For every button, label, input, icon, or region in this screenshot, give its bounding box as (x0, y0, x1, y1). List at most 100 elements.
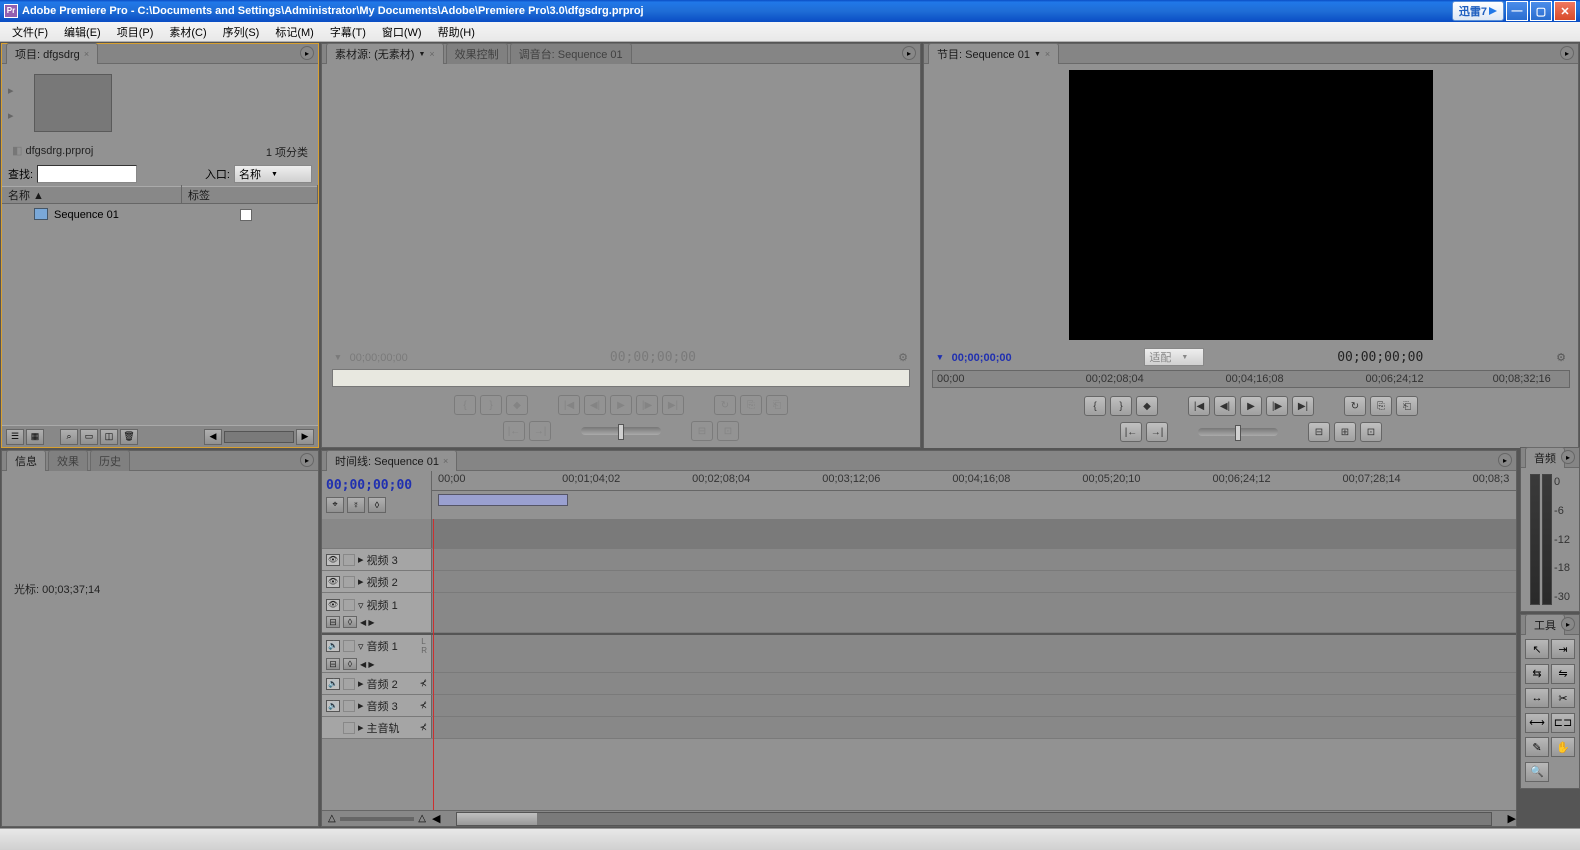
goto-out-button[interactable]: ▶| (1292, 396, 1314, 416)
project-tab[interactable]: 项目: dfgsdrg× (6, 43, 98, 64)
menu-sequence[interactable]: 序列(S) (215, 22, 268, 42)
sync-lock-button[interactable]: ☿ (347, 497, 365, 513)
close-tab-icon[interactable]: × (1045, 49, 1050, 59)
slide-tool[interactable]: ⊏⊐ (1551, 713, 1575, 733)
playhead[interactable] (433, 519, 434, 810)
close-tab-icon[interactable]: × (429, 49, 434, 59)
source-scrub[interactable] (332, 369, 910, 387)
marker-tool-button[interactable]: ◊ (368, 497, 386, 513)
program-ruler[interactable]: 00;00 00;02;08;04 00;04;16;08 00;06;24;1… (932, 370, 1570, 388)
col-label[interactable]: 标签 (182, 185, 318, 205)
panel-menu-icon[interactable]: ▸ (1560, 46, 1574, 60)
timeline-tab[interactable]: 时间线: Sequence 01× (326, 450, 457, 471)
track-a2[interactable] (432, 673, 1516, 694)
set-out-button[interactable]: } (1110, 396, 1132, 416)
menu-window[interactable]: 窗口(W) (374, 22, 430, 42)
export-frame-button[interactable]: ⊡ (1360, 422, 1382, 442)
panel-menu-icon[interactable]: ▸ (300, 453, 314, 467)
track-a1[interactable] (432, 635, 1516, 672)
play-button[interactable]: ▶ (1240, 396, 1262, 416)
set-in-button[interactable]: { (1084, 396, 1106, 416)
close-tab-icon[interactable]: × (84, 49, 89, 59)
audio-tab[interactable]: 音频 (1525, 447, 1565, 468)
rolling-edit-tool[interactable]: ⇋ (1551, 664, 1575, 684)
extract-button[interactable]: ⎗ (1396, 396, 1418, 416)
marker-button[interactable]: ◆ (1136, 396, 1158, 416)
gear-icon[interactable]: ⚙ (1556, 351, 1566, 364)
new-item-button[interactable]: ◫ (100, 429, 118, 445)
source-tab[interactable]: 素材源: (无素材)▼× (326, 43, 444, 64)
history-tab[interactable]: 历史 (90, 450, 130, 471)
panel-menu-icon[interactable]: ▸ (1561, 450, 1575, 464)
step-fwd-button[interactable]: |▶ (1266, 396, 1288, 416)
menu-file[interactable]: 文件(F) (4, 22, 56, 42)
list-view-button[interactable]: ☰ (6, 429, 24, 445)
lift-button[interactable]: ⎘ (1370, 396, 1392, 416)
multicam-button[interactable]: ⊞ (1334, 422, 1356, 442)
xunlei-badge[interactable]: 迅雷7 (1452, 1, 1504, 21)
col-name[interactable]: 名称 ▲ (2, 185, 182, 205)
zoom-tool[interactable]: 🔍 (1525, 762, 1549, 782)
info-tab[interactable]: 信息 (6, 450, 46, 471)
snap-button[interactable]: ⌖ (326, 497, 344, 513)
prev-edit-button[interactable]: |← (1120, 422, 1142, 442)
goto-in-button[interactable]: |◀ (1188, 396, 1210, 416)
eye-icon[interactable]: 👁 (326, 554, 340, 566)
scroll-right-icon[interactable]: ▶ (1508, 812, 1516, 825)
h-scrollbar[interactable] (456, 812, 1491, 826)
track-header-v3[interactable]: 👁▸视频 3 (322, 549, 432, 570)
track-header-v1[interactable]: 👁▿视频 1 ⊟◊◀ ▶ (322, 593, 432, 632)
menu-title[interactable]: 字幕(T) (322, 22, 374, 42)
icon-view-button[interactable]: ▦ (26, 429, 44, 445)
speaker-icon[interactable]: 🔊 (326, 700, 340, 712)
new-bin-button[interactable]: ▭ (80, 429, 98, 445)
label-swatch[interactable] (240, 209, 252, 221)
panel-menu-icon[interactable]: ▸ (1561, 617, 1575, 631)
razor-tool[interactable]: ✂ (1551, 688, 1575, 708)
scroll-right-icon[interactable]: ▶ (296, 429, 314, 445)
track-header-a1[interactable]: 🔊▿音频 1LR ⊟◊◀ ▶ (322, 635, 432, 672)
scroll-left-icon[interactable]: ◀ (204, 429, 222, 445)
work-area-bar[interactable] (438, 494, 568, 506)
menu-marker[interactable]: 标记(M) (267, 22, 322, 42)
pen-tool[interactable]: ✎ (1525, 737, 1549, 757)
delete-button[interactable]: 🗑 (120, 429, 138, 445)
zoom-slider[interactable] (340, 817, 415, 821)
h-scrollbar[interactable] (224, 431, 294, 443)
find-input[interactable] (37, 165, 137, 183)
selection-tool[interactable]: ↖ (1525, 639, 1549, 659)
zoom-dropdown[interactable]: 适配 (1144, 348, 1204, 366)
eye-icon[interactable]: 👁 (326, 576, 340, 588)
track-v2[interactable] (432, 571, 1516, 592)
track-header-master[interactable]: ▸主音轨⊀ (322, 717, 432, 738)
step-back-button[interactable]: ◀| (1214, 396, 1236, 416)
track-master[interactable] (432, 717, 1516, 738)
list-item[interactable]: Sequence 01 (2, 204, 318, 226)
stop-thumb-icon[interactable]: ▸ (8, 109, 14, 122)
jog-wheel[interactable] (1198, 428, 1278, 436)
program-tab[interactable]: 节目: Sequence 01▼× (928, 43, 1059, 64)
eye-icon[interactable]: 👁 (326, 599, 340, 611)
next-edit-button[interactable]: →| (1146, 422, 1168, 442)
zoom-in-icon[interactable]: △ (418, 813, 426, 824)
track-a3[interactable] (432, 695, 1516, 716)
track-v3[interactable] (432, 549, 1516, 570)
loop-button[interactable]: ↻ (1344, 396, 1366, 416)
speaker-icon[interactable]: 🔊 (326, 640, 340, 652)
minimize-button[interactable]: — (1506, 1, 1528, 21)
slip-tool[interactable]: ⟷ (1525, 713, 1549, 733)
menu-help[interactable]: 帮助(H) (430, 22, 483, 42)
source-tc-in[interactable]: ▾ 00;00;00;00 (334, 350, 408, 365)
track-header-a2[interactable]: 🔊▸音频 2⊀ (322, 673, 432, 694)
track-header-v2[interactable]: 👁▸视频 2 (322, 571, 432, 592)
track-select-tool[interactable]: ⇥ (1551, 639, 1575, 659)
audio-mixer-tab[interactable]: 调音台: Sequence 01 (510, 43, 632, 64)
in-dropdown[interactable]: 名称 (234, 165, 312, 183)
jog-wheel[interactable] (581, 427, 661, 435)
menu-clip[interactable]: 素材(C) (161, 22, 214, 42)
speaker-icon[interactable]: 🔊 (326, 678, 340, 690)
track-header-a3[interactable]: 🔊▸音频 3⊀ (322, 695, 432, 716)
hand-tool[interactable]: ✋ (1551, 737, 1575, 757)
panel-menu-icon[interactable]: ▸ (300, 46, 314, 60)
close-tab-icon[interactable]: × (443, 456, 448, 466)
